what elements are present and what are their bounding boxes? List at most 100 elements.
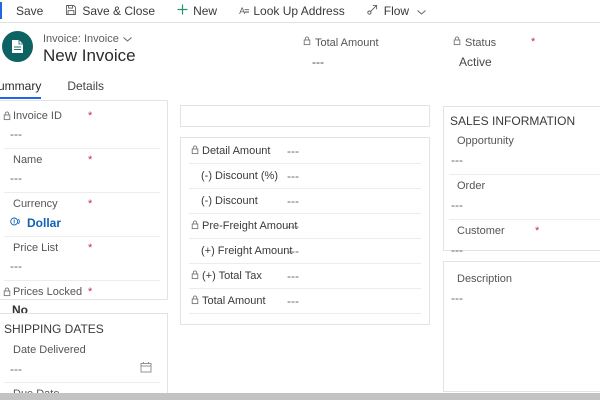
currency-field: Currency * Dollar	[4, 193, 160, 237]
new-button[interactable]: New	[166, 0, 228, 22]
discount-value[interactable]: ---	[287, 194, 299, 208]
discount-percent-value[interactable]: ---	[287, 169, 299, 183]
order-value[interactable]: ---	[451, 198, 600, 213]
prices-locked-label-row: Prices Locked *	[3, 285, 154, 300]
order-label: Order	[457, 180, 486, 192]
required-asterisk: *	[535, 225, 540, 237]
page-title: New Invoice	[43, 46, 136, 65]
name-field: Name * ---	[4, 149, 160, 193]
calendar-icon[interactable]	[140, 361, 152, 376]
lock-icon	[3, 287, 11, 300]
required-asterisk: *	[88, 110, 93, 122]
opportunity-label: Opportunity	[457, 135, 514, 147]
invoice-form-screen: Save Save & Close New A≡ Look Up Address…	[0, 0, 600, 400]
currency-label: Currency	[13, 198, 58, 210]
pre-freight-amount-value[interactable]: ---	[287, 219, 299, 233]
price-list-label-row: Price List *	[4, 241, 154, 255]
tab-details[interactable]: Details	[67, 79, 104, 99]
price-list-field: Price List * ---	[4, 237, 160, 281]
flow-icon	[367, 4, 379, 18]
opportunity-label-row: Opportunity	[449, 134, 600, 148]
command-bar: Save Save & Close New A≡ Look Up Address…	[0, 0, 600, 23]
price-list-label: Price List	[13, 242, 59, 254]
discount-row: (-) Discount ---	[189, 189, 421, 214]
shipping-dates-title: SHIPPING DATES	[4, 322, 104, 336]
required-asterisk: *	[88, 198, 93, 210]
detail-amount-value[interactable]: ---	[287, 144, 299, 158]
lock-icon	[3, 111, 11, 124]
save-and-close-button[interactable]: Save & Close	[54, 0, 166, 22]
lock-icon	[191, 145, 199, 158]
name-value[interactable]: ---	[10, 171, 154, 186]
save-button-label: Save	[16, 4, 44, 18]
price-list-value[interactable]: ---	[10, 259, 154, 274]
pre-freight-amount-row: Pre-Freight Amount ---	[189, 214, 421, 239]
total-tax-label: (+) Total Tax	[202, 270, 262, 282]
lock-icon	[191, 220, 199, 233]
total-amount-value[interactable]: ---	[312, 55, 379, 69]
lock-icon	[453, 36, 461, 49]
freight-amount-label: (+) Freight Amount	[201, 245, 293, 257]
total-amount-label-row: Total Amount	[303, 36, 379, 49]
pre-freight-amount-label: Pre-Freight Amount	[202, 220, 298, 232]
freight-amount-value[interactable]: ---	[287, 244, 299, 258]
customer-field: Customer * ---	[449, 220, 600, 264]
currency-value-link[interactable]: Dollar	[10, 215, 154, 230]
discount-percent-label: (-) Discount (%)	[201, 170, 279, 182]
currency-icon	[10, 216, 22, 230]
customer-value[interactable]: ---	[451, 243, 600, 258]
description-label: Description	[457, 273, 513, 285]
chevron-down-icon	[122, 33, 132, 45]
record-type-selector[interactable]: Invoice: Invoice	[43, 33, 132, 45]
order-field: Order ---	[449, 175, 600, 220]
look-up-address-label: Look Up Address	[253, 4, 345, 18]
totals-section: Detail Amount --- (-) Discount (%) --- (…	[180, 137, 430, 325]
sales-information-section: SALES INFORMATION Opportunity --- Order …	[443, 106, 600, 257]
currency-label-row: Currency *	[4, 197, 154, 211]
horizontal-scrollbar[interactable]	[0, 393, 600, 400]
description-value[interactable]: ---	[451, 291, 600, 306]
prices-locked-label: Prices Locked	[13, 286, 83, 298]
date-delivered-value[interactable]: ---	[10, 362, 22, 376]
description-field: Description ---	[449, 268, 600, 312]
flow-button-label: Flow	[383, 4, 410, 18]
opportunity-value[interactable]: ---	[451, 153, 600, 168]
chevron-down-icon[interactable]	[417, 4, 426, 18]
shipping-dates-section: SHIPPING DATES Date Delivered --- Due Da…	[0, 313, 168, 400]
save-button[interactable]: Save	[5, 0, 54, 22]
address-book-icon: A≡	[239, 6, 249, 16]
flow-button[interactable]: Flow	[356, 0, 437, 22]
required-asterisk: *	[531, 36, 536, 48]
total-tax-value[interactable]: ---	[287, 269, 299, 283]
invoice-document-glyph	[12, 40, 23, 53]
name-label-row: Name *	[4, 153, 154, 167]
description-label-row: Description	[449, 272, 600, 286]
lock-icon	[191, 295, 199, 308]
date-delivered-label: Date Delivered	[13, 344, 86, 356]
total-amount-label: Total Amount	[315, 36, 379, 49]
header-total-amount-field: Total Amount ---	[303, 36, 379, 69]
date-delivered-label-row: Date Delivered	[4, 343, 154, 357]
order-label-row: Order	[449, 179, 600, 193]
invoice-id-value[interactable]: ---	[10, 127, 154, 142]
tab-summary[interactable]: Summary	[0, 79, 42, 99]
total-amount-row-value[interactable]: ---	[287, 294, 299, 308]
date-delivered-field: Date Delivered ---	[4, 339, 160, 383]
description-section: Description ---	[443, 261, 600, 392]
detail-amount-row: Detail Amount ---	[189, 139, 421, 164]
look-up-address-button[interactable]: A≡ Look Up Address	[228, 0, 356, 22]
discount-label: (-) Discount	[201, 195, 258, 207]
plus-icon	[177, 4, 188, 18]
header-status-field: Status * Active	[453, 36, 548, 69]
horizontal-scrollbar-thumb[interactable]	[0, 393, 600, 400]
name-label: Name	[13, 154, 43, 166]
total-amount-row-label: Total Amount	[202, 295, 266, 307]
status-value[interactable]: Active	[459, 55, 548, 69]
invoice-entity-icon	[2, 31, 33, 62]
general-section: Invoice ID * --- Name * --- Currency * D…	[0, 100, 168, 325]
invoice-products-placeholder	[180, 105, 430, 127]
customer-label: Customer	[457, 225, 505, 237]
invoice-id-label: Invoice ID	[13, 110, 62, 122]
total-tax-row: (+) Total Tax ---	[189, 264, 421, 289]
total-amount-row: Total Amount ---	[189, 289, 421, 314]
